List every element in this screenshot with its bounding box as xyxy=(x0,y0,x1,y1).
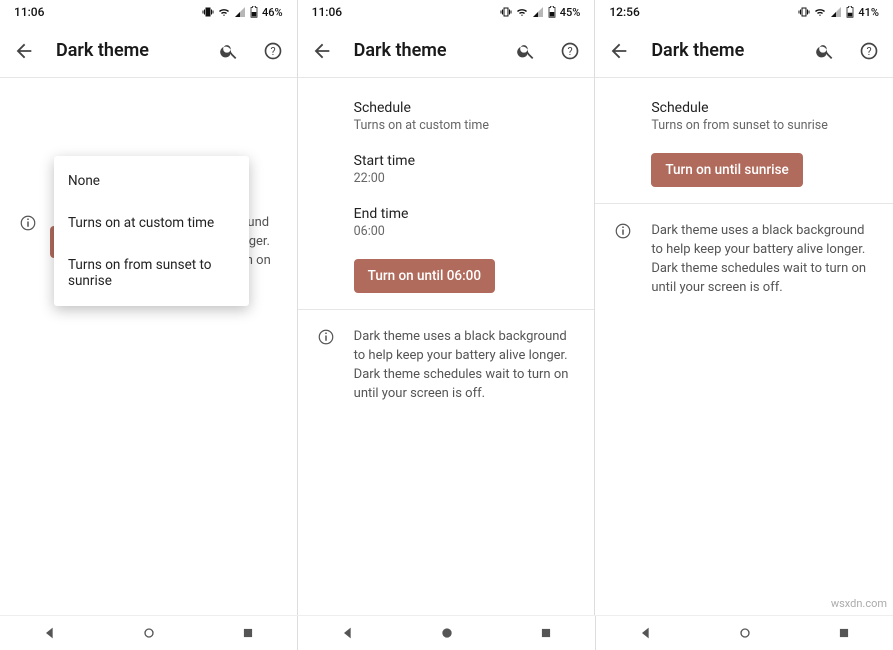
back-icon[interactable] xyxy=(310,39,334,63)
app-bar: Dark theme ? xyxy=(595,24,893,78)
row-end-time[interactable]: End time 06:00 xyxy=(298,198,595,251)
back-icon[interactable] xyxy=(12,39,36,63)
status-right: 41% xyxy=(798,6,879,19)
battery-icon xyxy=(250,6,258,18)
svg-text:?: ? xyxy=(568,45,573,58)
info-row: Dark theme uses a black background to he… xyxy=(298,318,595,413)
row-schedule[interactable]: Schedule Turns on at custom time xyxy=(298,92,595,145)
nav-back-icon[interactable] xyxy=(42,625,58,641)
nav-bar xyxy=(298,616,596,650)
content-area: Schedule Turns on at custom time Start t… xyxy=(298,78,595,615)
nav-home-icon[interactable] xyxy=(439,625,455,641)
nav-home-icon[interactable] xyxy=(141,625,157,641)
nav-bars xyxy=(0,615,893,650)
nav-back-icon[interactable] xyxy=(340,625,356,641)
nav-bar xyxy=(596,616,893,650)
nav-bar xyxy=(0,616,298,650)
menu-option-sunset[interactable]: Turns on from sunset to sunrise xyxy=(54,244,249,302)
svg-text:?: ? xyxy=(270,45,275,58)
row-start-time[interactable]: Start time 22:00 xyxy=(298,145,595,198)
signal-icon xyxy=(234,6,246,18)
status-bar: 11:06 45% xyxy=(298,0,595,24)
row-label: Schedule xyxy=(651,100,877,116)
info-row: Dark theme uses a black background to he… xyxy=(595,212,893,307)
nav-back-icon[interactable] xyxy=(638,625,654,641)
screen-3: 12:56 41% Dark theme ? Schedule Turns on… xyxy=(595,0,893,615)
info-text: Dark theme uses a black background to he… xyxy=(354,328,579,403)
menu-option-custom[interactable]: Turns on at custom time xyxy=(54,202,249,244)
row-label: Schedule xyxy=(354,100,579,116)
content-area: Schedule Turns on from sunset to sunrise… xyxy=(595,78,893,615)
row-label: Start time xyxy=(354,153,579,169)
status-right: 46% xyxy=(202,6,283,19)
page-title: Dark theme xyxy=(651,40,793,61)
wifi-icon xyxy=(218,6,230,18)
content-area: None Turns on at custom time Turns on fr… xyxy=(0,78,297,615)
row-sub: Turns on at custom time xyxy=(354,118,579,133)
schedule-menu: None Turns on at custom time Turns on fr… xyxy=(54,156,249,306)
divider xyxy=(595,203,893,204)
turn-on-button[interactable]: Turn on until sunrise xyxy=(651,153,802,187)
nav-home-icon[interactable] xyxy=(737,625,753,641)
app-bar: Dark theme ? xyxy=(298,24,595,78)
status-bar: 12:56 41% xyxy=(595,0,893,24)
status-time: 11:06 xyxy=(14,5,44,19)
battery-icon xyxy=(548,6,556,18)
screen-2: 11:06 45% Dark theme ? Schedule Turns on… xyxy=(298,0,596,615)
row-schedule[interactable]: Schedule Turns on from sunset to sunrise xyxy=(595,92,893,145)
menu-option-none[interactable]: None xyxy=(54,160,249,202)
page-title: Dark theme xyxy=(354,40,495,61)
row-sub: Turns on from sunset to sunrise xyxy=(651,118,877,133)
vibrate-icon xyxy=(500,6,512,18)
screen-1: 11:06 46% Dark theme ? None Turns on at … xyxy=(0,0,298,615)
info-text: Dark theme uses a black background to he… xyxy=(651,222,877,297)
vibrate-icon xyxy=(798,6,810,18)
nav-recent-icon[interactable] xyxy=(241,626,255,640)
nav-recent-icon[interactable] xyxy=(539,626,553,640)
help-icon[interactable]: ? xyxy=(857,39,881,63)
status-bar: 11:06 46% xyxy=(0,0,297,24)
row-sub: 22:00 xyxy=(354,171,579,186)
divider xyxy=(298,309,595,310)
info-icon xyxy=(314,328,338,403)
battery-text: 45% xyxy=(560,6,581,19)
battery-text: 41% xyxy=(858,6,879,19)
battery-text: 46% xyxy=(262,6,283,19)
turn-on-button[interactable]: Turn on until 06:00 xyxy=(354,259,495,293)
info-icon xyxy=(16,214,40,289)
search-icon[interactable] xyxy=(813,39,837,63)
vibrate-icon xyxy=(202,6,214,18)
page-title: Dark theme xyxy=(56,40,197,61)
row-label: End time xyxy=(354,206,579,222)
wifi-icon xyxy=(814,6,826,18)
nav-recent-icon[interactable] xyxy=(837,626,851,640)
watermark: wsxdn.com xyxy=(831,597,887,610)
help-icon[interactable]: ? xyxy=(261,39,285,63)
status-time: 12:56 xyxy=(609,5,639,19)
info-icon xyxy=(611,222,635,297)
signal-icon xyxy=(830,6,842,18)
wifi-icon xyxy=(516,6,528,18)
app-bar: Dark theme ? xyxy=(0,24,297,78)
search-icon[interactable] xyxy=(217,39,241,63)
battery-icon xyxy=(846,6,854,18)
row-sub: 06:00 xyxy=(354,224,579,239)
status-right: 45% xyxy=(500,6,581,19)
search-icon[interactable] xyxy=(514,39,538,63)
signal-icon xyxy=(532,6,544,18)
help-icon[interactable]: ? xyxy=(558,39,582,63)
back-icon[interactable] xyxy=(607,39,631,63)
status-time: 11:06 xyxy=(312,5,342,19)
svg-text:?: ? xyxy=(866,45,871,58)
